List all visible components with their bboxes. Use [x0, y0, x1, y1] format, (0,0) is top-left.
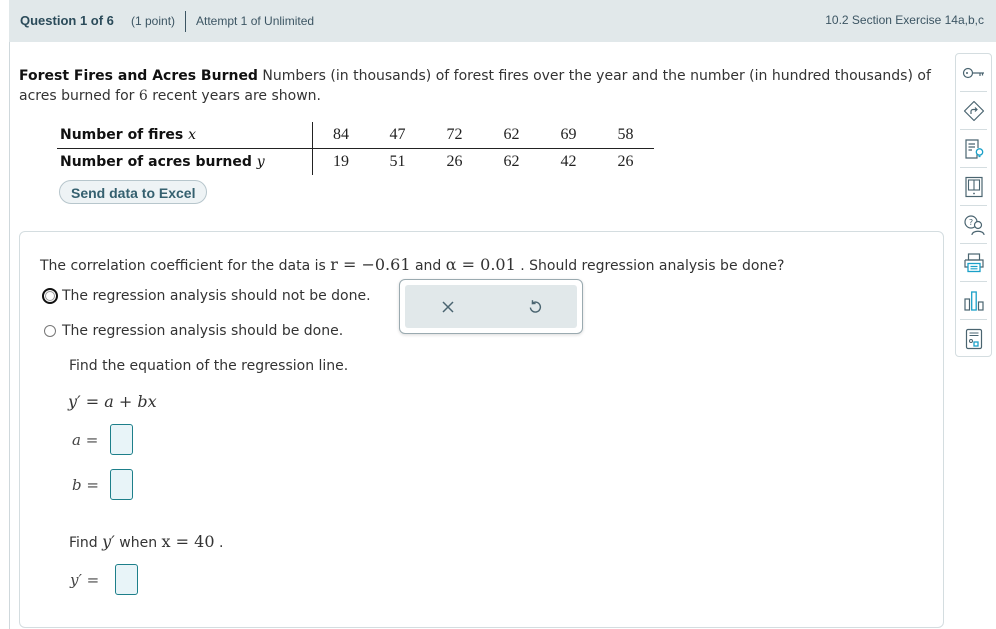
table-cell: 84	[312, 122, 369, 149]
skip-icon	[963, 100, 984, 121]
undo-icon	[529, 300, 542, 313]
hint-icon	[964, 138, 983, 159]
option-not-done[interactable]: The regression analysis should not be do…	[42, 288, 371, 304]
b-label: b =	[72, 475, 99, 494]
attempt-count: Attempt 1 of Unlimited	[196, 14, 315, 28]
sidebar-item-ebook[interactable]	[956, 168, 991, 205]
table-cell: 47	[369, 122, 426, 149]
svg-text:?: ?	[968, 218, 972, 227]
section-label: 10.2 Section Exercise 14a,b,c	[825, 13, 984, 27]
sidebar-item-skip[interactable]	[956, 92, 991, 129]
table-cell: 69	[540, 122, 597, 149]
sidebar-item-calculator[interactable]	[956, 320, 991, 357]
radio-button[interactable]	[44, 325, 56, 337]
table-cell: 26	[617, 153, 634, 170]
problem-title: Forest Fires and Acres Burned	[19, 68, 258, 84]
b-answer-row: b =	[72, 469, 133, 500]
sidebar-item-ask[interactable]: ?	[956, 206, 991, 243]
y-prime-label: y′ =	[70, 570, 100, 589]
n-years: 6	[138, 88, 148, 104]
left-edge	[0, 0, 10, 629]
table-cell: 58	[597, 122, 654, 149]
print-icon	[963, 252, 984, 272]
a-label: a =	[72, 430, 99, 449]
close-icon	[442, 301, 454, 313]
radio-button[interactable]	[42, 288, 58, 304]
predict-prompt: Find y′ when x = 40 .	[69, 532, 224, 551]
table-cell: 72	[426, 122, 483, 149]
table-cell: 26	[446, 153, 463, 170]
table-cell: 42	[560, 153, 577, 170]
stats-icon	[963, 290, 984, 311]
y-prime-input[interactable]	[115, 564, 138, 595]
question-header: Question 1 of 6 (1 point) Attempt 1 of U…	[9, 0, 996, 42]
key-icon	[962, 67, 984, 78]
option-done[interactable]: The regression analysis should be done.	[44, 323, 343, 339]
table-cell: 51	[389, 153, 406, 170]
question-prompt: The correlation coefficient for the data…	[40, 255, 785, 274]
header-divider	[185, 11, 186, 32]
table-row: Number of fires x 84 47 72 62 69 58	[57, 122, 654, 149]
sidebar-item-key[interactable]	[956, 54, 991, 91]
question-points: (1 point)	[131, 14, 176, 28]
send-to-excel-button[interactable]: Send data to Excel	[59, 180, 208, 204]
alpha-value: α = 0.01	[445, 255, 516, 274]
data-table: Number of fires x 84 47 72 62 69 58 Numb…	[57, 122, 654, 175]
b-input[interactable]	[110, 469, 133, 500]
table-cell: 62	[503, 153, 520, 170]
answer-toolbar	[399, 279, 583, 334]
sidebar-item-hint[interactable]	[956, 130, 991, 167]
calculator-icon	[965, 328, 982, 349]
problem-intro: Forest Fires and Acres Burned Numbers (i…	[19, 68, 931, 104]
sidebar-item-print[interactable]	[956, 244, 991, 281]
y-prime-answer-row: y′ =	[70, 564, 138, 595]
tools-sidebar: ?	[955, 53, 992, 357]
a-answer-row: a =	[72, 424, 133, 455]
sidebar-item-stats[interactable]	[956, 282, 991, 319]
table-cell: 62	[483, 122, 540, 149]
clear-button[interactable]	[436, 295, 460, 319]
table-cell: 19	[333, 153, 349, 170]
regression-equation: y′ = a + bx	[68, 392, 157, 411]
table-row: Number of acres burned y 19 51 26 62 42 …	[57, 148, 654, 175]
r-value: r = −0.61	[330, 255, 411, 274]
find-equation-label: Find the equation of the regression line…	[69, 358, 349, 374]
undo-button[interactable]	[523, 295, 547, 319]
ebook-icon	[964, 176, 983, 197]
ask-instructor-icon: ?	[963, 214, 985, 235]
a-input[interactable]	[110, 424, 133, 455]
question-number: Question 1 of 6	[20, 13, 114, 28]
